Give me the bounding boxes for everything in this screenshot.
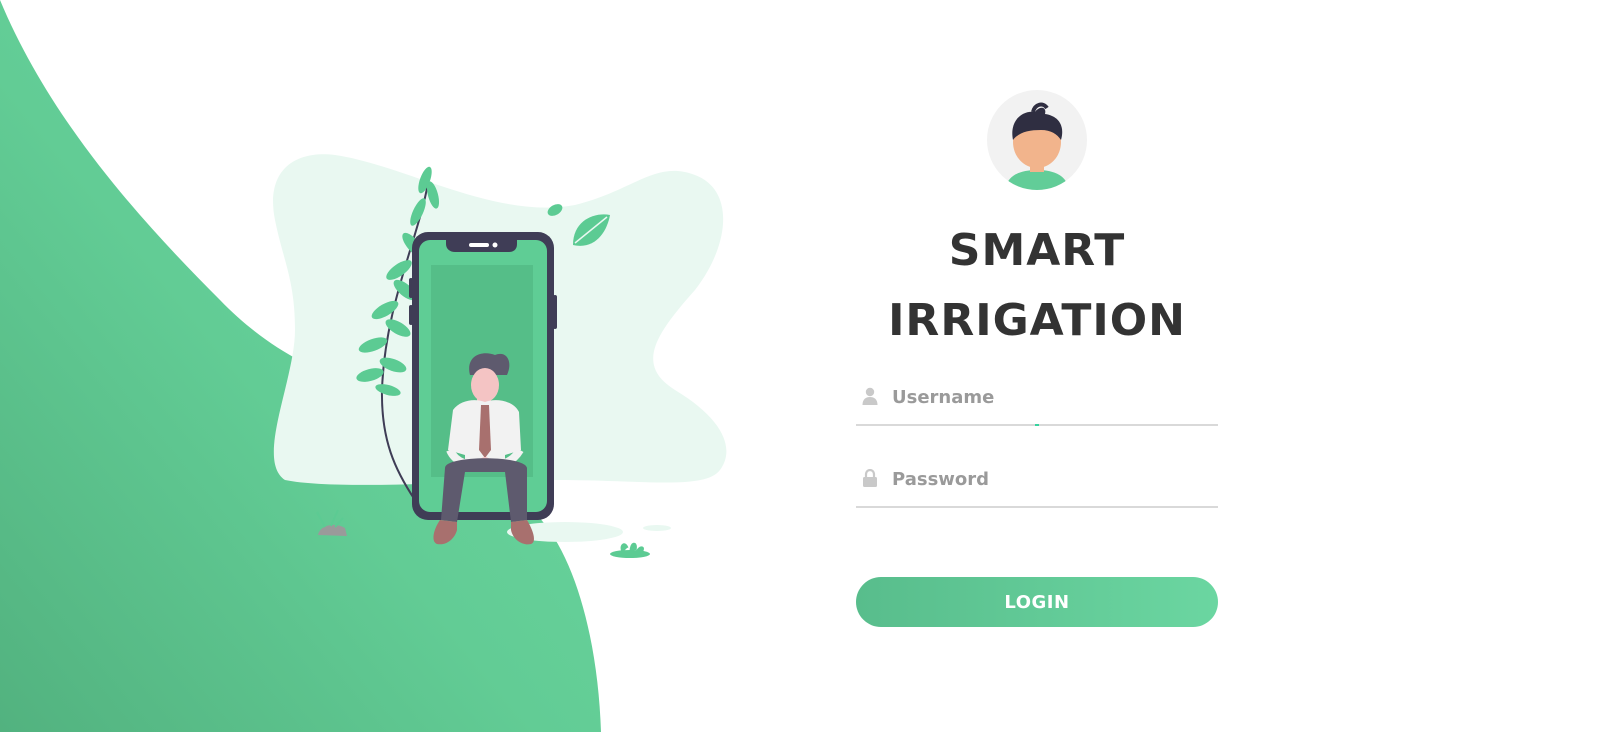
password-input[interactable] xyxy=(892,462,1212,496)
avatar-icon xyxy=(987,90,1087,190)
lock-icon xyxy=(863,469,877,487)
title-line-2: IRRIGATION xyxy=(888,295,1186,346)
login-button[interactable]: LOGIN xyxy=(856,577,1218,627)
user-icon xyxy=(862,387,878,405)
password-field xyxy=(856,456,1218,508)
login-form: SMART IRRIGATION LOGIN xyxy=(856,88,1218,648)
username-field xyxy=(856,374,1218,426)
title-line-1: SMART xyxy=(948,225,1126,276)
phone-illustration xyxy=(273,154,727,558)
page-title: SMART IRRIGATION xyxy=(856,216,1218,356)
username-input[interactable] xyxy=(892,380,1212,414)
username-focus-indicator xyxy=(1035,424,1039,426)
login-page: SMART IRRIGATION LOGIN xyxy=(0,0,1600,732)
wave-background xyxy=(0,0,601,732)
